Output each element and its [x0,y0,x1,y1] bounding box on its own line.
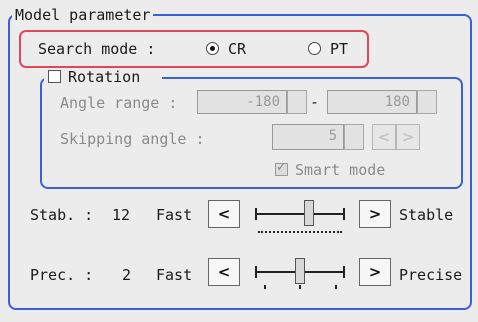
radio-pt-indicator[interactable] [308,42,321,55]
prec-slider-thumb[interactable] [295,258,305,284]
smart-mode-label: Smart mode [295,161,386,179]
prec-slider-tick-3 [335,285,337,289]
rotation-header[interactable]: Rotation [44,68,162,86]
radio-pt[interactable]: PT [308,40,368,58]
angle-max-spin[interactable] [417,90,437,114]
angle-max-field[interactable]: 180 [327,90,417,114]
prec-slider-end-right [343,266,345,278]
prec-slider-tick-1 [264,285,266,289]
skipping-angle-label: Skipping angle : [60,130,205,148]
stab-label: Stab. : [30,206,94,224]
angle-separator: - [310,93,320,111]
prec-value: 2 [122,266,132,284]
skipping-angle-field[interactable]: 5 [272,124,344,150]
smart-mode-checkbox[interactable] [275,160,288,176]
stab-stable-label: Stable [399,206,454,224]
stab-value: 12 [112,206,131,224]
skipping-dec-button[interactable]: < [372,124,396,150]
rotation-checkbox[interactable] [48,70,61,83]
stab-fast-label: Fast [156,206,193,224]
skipping-angle-spin[interactable] [344,124,364,150]
prec-precise-label: Precise [399,266,463,284]
prec-dec-button[interactable]: < [208,258,240,286]
prec-label: Prec. : [30,266,94,284]
radio-cr-label: CR [228,40,247,58]
angle-min-spin[interactable] [287,90,307,114]
skipping-inc-button[interactable]: > [396,124,420,150]
radio-pt-label: PT [330,40,349,58]
radio-cr[interactable]: CR [206,40,266,58]
stab-slider[interactable] [252,198,348,234]
prec-slider[interactable] [252,256,348,292]
stab-slider-ticks [258,227,342,233]
stab-slider-thumb[interactable] [303,200,314,226]
prec-slider-tick-2 [299,285,301,289]
prec-inc-button[interactable]: > [359,258,391,286]
angle-range-label: Angle range : [60,94,178,112]
group-title: Model parameter [12,7,154,23]
model-parameter-panel: { "group_title": "Model parameter", "sea… [0,0,478,322]
stab-dec-button[interactable]: < [208,200,240,228]
stab-slider-end-left [255,208,257,220]
stab-slider-track [256,213,344,215]
prec-slider-end-left [255,266,257,278]
prec-fast-label: Fast [156,266,193,284]
stab-slider-end-right [343,208,345,220]
search-mode-label: Search mode : [38,40,156,58]
angle-min-field[interactable]: -180 [197,90,287,114]
stab-inc-button[interactable]: > [359,200,391,228]
rotation-label: Rotation [68,68,141,86]
radio-cr-indicator[interactable] [206,42,219,55]
